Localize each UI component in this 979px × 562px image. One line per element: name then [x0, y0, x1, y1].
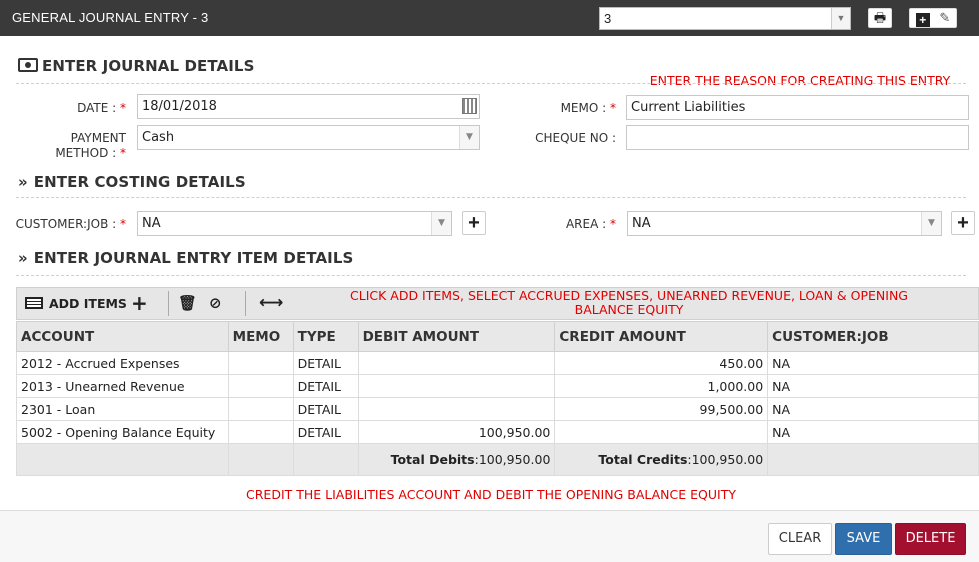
- payment-method-label: PAYMENT METHOD : *: [55, 131, 126, 160]
- bottom-note: CREDIT THE LIABILITIES ACCOUNT AND DEBIT…: [246, 487, 736, 502]
- divider: [16, 197, 966, 198]
- print-button[interactable]: 🖶: [868, 8, 892, 28]
- cell-type[interactable]: DETAIL: [292, 351, 359, 375]
- ban-icon[interactable]: ⊘: [209, 288, 222, 319]
- totals-row: Total Debits:100,950.00 Total Credits:10…: [16, 443, 979, 476]
- chevron-down-icon[interactable]: ▼: [831, 8, 850, 29]
- chevron-double-right-icon: »: [18, 173, 28, 191]
- add-area-button[interactable]: +: [951, 211, 975, 235]
- column-header-account[interactable]: ACCOUNT: [16, 321, 229, 352]
- cell-type[interactable]: DETAIL: [292, 374, 359, 398]
- toolbar-separator: [168, 291, 169, 316]
- cell-debit[interactable]: [357, 351, 556, 375]
- column-header-credit-amount[interactable]: CREDIT AMOUNT: [554, 321, 769, 352]
- print-icon: 🖶: [873, 10, 887, 25]
- chevron-double-right-icon: »: [18, 249, 28, 267]
- costing-details-heading: » ENTER COSTING DETAILS: [18, 173, 246, 191]
- cheque-no-field[interactable]: [626, 125, 969, 150]
- total-debits: Total Debits:100,950.00: [357, 443, 556, 476]
- cell-credit[interactable]: 99,500.00: [554, 397, 769, 421]
- customer-job-select[interactable]: NA ▼: [137, 211, 452, 236]
- calendar-icon[interactable]: [462, 98, 477, 114]
- table-row[interactable]: 2301 - Loan DETAIL 99,500.00 NA: [16, 397, 979, 421]
- date-label: DATE : *: [77, 101, 126, 115]
- chevron-down-icon[interactable]: ▼: [459, 126, 479, 149]
- plus-square-icon[interactable]: +: [915, 13, 930, 27]
- cell-customer-job[interactable]: NA: [767, 351, 979, 375]
- chevron-down-icon[interactable]: ▼: [921, 212, 941, 235]
- toolbar-separator: [245, 291, 246, 316]
- item-details-heading: » ENTER JOURNAL ENTRY ITEM DETAILS: [18, 249, 354, 267]
- save-button[interactable]: SAVE: [835, 523, 892, 555]
- plus-icon: +: [468, 212, 480, 234]
- add-items-note: CLICK ADD ITEMS, SELECT ACCRUED EXPENSES…: [350, 288, 908, 317]
- table-row[interactable]: 2013 - Unearned Revenue DETAIL 1,000.00 …: [16, 374, 979, 398]
- cheque-no-label: CHEQUE NO :: [535, 131, 616, 145]
- column-header-customer-job[interactable]: CUSTOMER:JOB: [767, 321, 979, 352]
- cell-credit[interactable]: [554, 420, 769, 444]
- cell-debit[interactable]: 100,950.00: [357, 420, 556, 444]
- entry-select-value: 3: [604, 11, 612, 26]
- divider: [16, 275, 966, 276]
- cell-account[interactable]: 2013 - Unearned Revenue: [16, 374, 229, 398]
- cell-customer-job[interactable]: NA: [767, 397, 979, 421]
- cell-debit[interactable]: [357, 397, 556, 421]
- date-field[interactable]: 18/01/2018: [137, 94, 480, 119]
- cell-account[interactable]: 2301 - Loan: [16, 397, 229, 421]
- memo-label: MEMO : *: [560, 101, 616, 115]
- area-select[interactable]: NA ▼: [627, 211, 942, 236]
- money-icon: [18, 58, 38, 72]
- plus-icon[interactable]: +: [131, 288, 148, 319]
- footer-bar: [0, 510, 979, 562]
- table-row[interactable]: 2012 - Accrued Expenses DETAIL 450.00 NA: [16, 351, 979, 375]
- cell-type[interactable]: DETAIL: [292, 397, 359, 421]
- edit-icon[interactable]: ✎: [939, 10, 950, 25]
- cell-account[interactable]: 2012 - Accrued Expenses: [16, 351, 229, 375]
- cell-customer-job[interactable]: NA: [767, 374, 979, 398]
- trash-icon[interactable]: 🗑: [178, 288, 197, 319]
- cell-memo[interactable]: [227, 420, 294, 444]
- customer-job-label: CUSTOMER:JOB : *: [15, 217, 126, 231]
- chevron-down-icon[interactable]: ▼: [431, 212, 451, 235]
- total-credits: Total Credits:100,950.00: [554, 443, 769, 476]
- cell-memo[interactable]: [227, 397, 294, 421]
- cell-credit[interactable]: 450.00: [554, 351, 769, 375]
- delete-button[interactable]: DELETE: [895, 523, 966, 555]
- table-row[interactable]: 5002 - Opening Balance Equity DETAIL 100…: [16, 420, 979, 444]
- journal-details-heading: ENTER JOURNAL DETAILS: [18, 57, 254, 75]
- title-bar: GENERAL JOURNAL ENTRY - 3 3 ▼ 🖶 + ✎: [0, 0, 979, 36]
- divider: [16, 83, 966, 84]
- entry-select[interactable]: 3 ▼: [599, 7, 851, 30]
- payment-method-select[interactable]: Cash ▼: [137, 125, 480, 150]
- cell-memo[interactable]: [227, 351, 294, 375]
- plus-icon: +: [957, 212, 969, 234]
- column-header-memo[interactable]: MEMO: [227, 321, 294, 352]
- new-edit-button-group[interactable]: + ✎: [909, 8, 957, 28]
- cell-account[interactable]: 5002 - Opening Balance Equity: [16, 420, 229, 444]
- column-header-type[interactable]: TYPE: [292, 321, 359, 352]
- column-header-debit-amount[interactable]: DEBIT AMOUNT: [357, 321, 556, 352]
- memo-field[interactable]: Current Liabilities: [626, 95, 969, 120]
- cell-debit[interactable]: [357, 374, 556, 398]
- cell-type[interactable]: DETAIL: [292, 420, 359, 444]
- journal-items-table: ACCOUNT MEMO TYPE DEBIT AMOUNT CREDIT AM…: [16, 321, 979, 476]
- resize-horizontal-icon[interactable]: ⟷: [259, 288, 283, 319]
- journal-reason-note: ENTER THE REASON FOR CREATING THIS ENTRY: [649, 73, 951, 88]
- area-label: AREA : *: [565, 217, 616, 231]
- cell-memo[interactable]: [227, 374, 294, 398]
- list-icon: [25, 297, 43, 309]
- clear-button[interactable]: CLEAR: [768, 523, 832, 555]
- cell-credit[interactable]: 1,000.00: [554, 374, 769, 398]
- window-title: GENERAL JOURNAL ENTRY - 3: [12, 10, 209, 25]
- add-items-button[interactable]: ADD ITEMS: [25, 288, 127, 319]
- cell-customer-job[interactable]: NA: [767, 420, 979, 444]
- table-header-row: ACCOUNT MEMO TYPE DEBIT AMOUNT CREDIT AM…: [16, 321, 979, 352]
- add-customer-button[interactable]: +: [462, 211, 486, 235]
